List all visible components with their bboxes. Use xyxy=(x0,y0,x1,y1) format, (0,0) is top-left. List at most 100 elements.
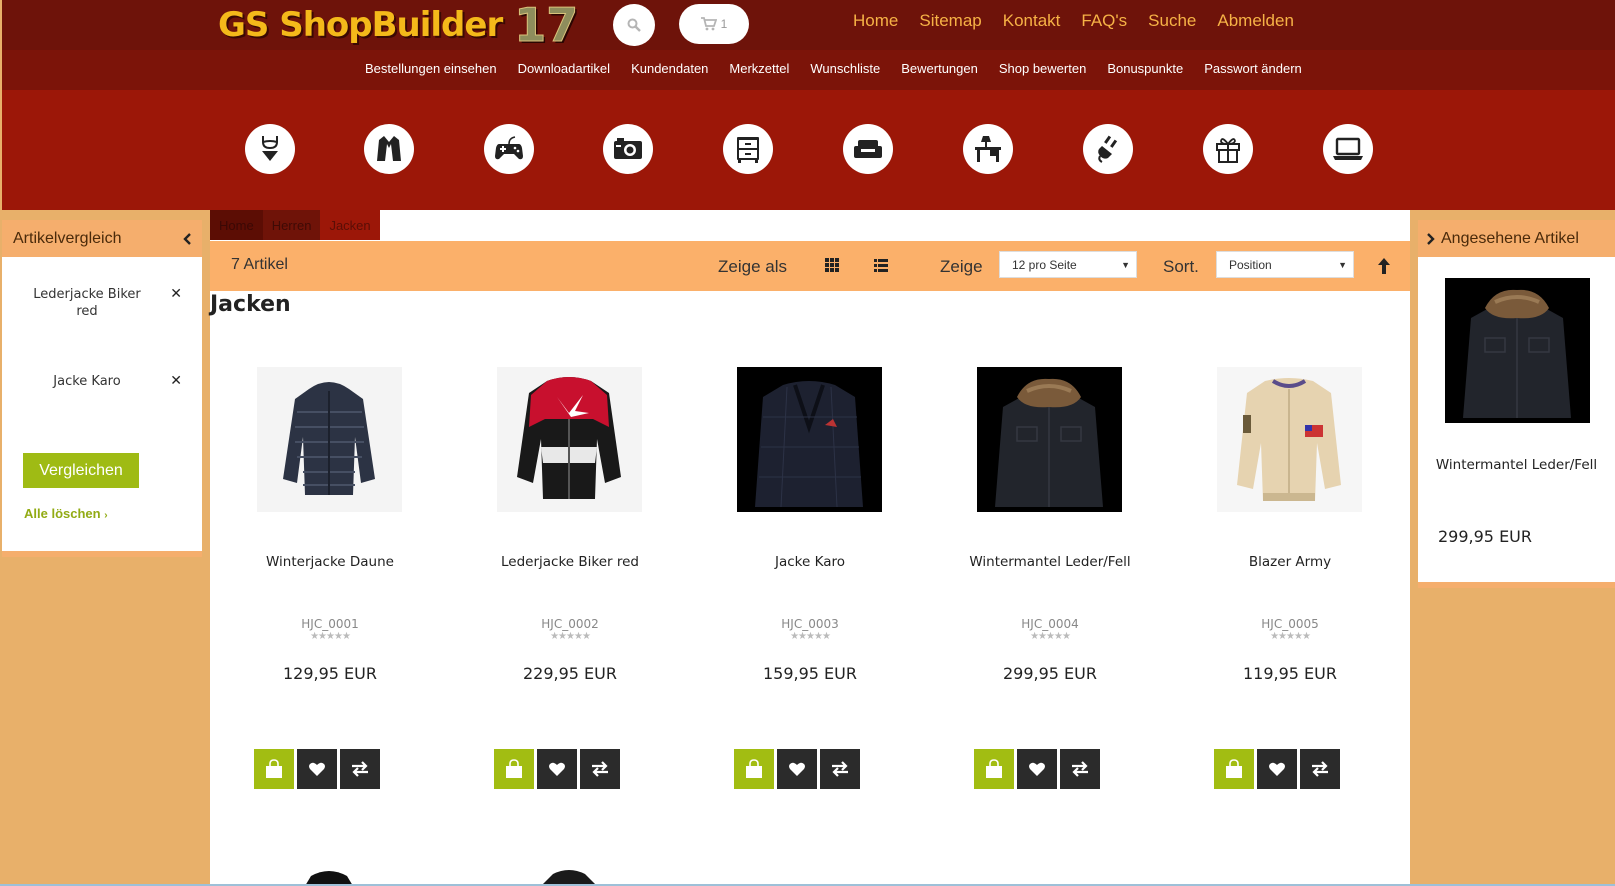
compare-toggle-button[interactable] xyxy=(820,749,860,789)
desk-lamp-icon xyxy=(975,136,1001,162)
camera-icon xyxy=(614,138,642,159)
category-desks[interactable] xyxy=(963,124,1013,174)
category-furniture[interactable] xyxy=(723,124,773,174)
search-button[interactable] xyxy=(613,4,655,46)
account-link-customer-data[interactable]: Kundendaten xyxy=(631,61,708,76)
category-electronics[interactable] xyxy=(1083,124,1133,174)
grid-view-icon[interactable] xyxy=(824,257,840,273)
product-image[interactable] xyxy=(497,367,642,512)
compare-item-name[interactable]: Lederjacke Biker red xyxy=(22,286,152,320)
laptop-icon xyxy=(1333,137,1363,160)
account-link-rate-shop[interactable]: Shop bewerten xyxy=(999,61,1086,76)
item-count: 7 Artikel xyxy=(231,256,288,273)
viewed-product-name[interactable]: Wintermantel Leder/Fell xyxy=(1418,457,1615,474)
product-name[interactable]: Lederjacke Biker red xyxy=(450,554,690,571)
cart-button[interactable]: 1 xyxy=(679,4,749,44)
product-sku: HJC_0004 xyxy=(1021,617,1079,631)
category-sofas[interactable] xyxy=(843,124,893,174)
category-coats[interactable] xyxy=(364,124,414,174)
product-image[interactable] xyxy=(257,367,402,512)
logo[interactable]: GS ShopBuilder 17 xyxy=(218,0,579,53)
account-link-reviews[interactable]: Bewertungen xyxy=(901,61,978,76)
product-sku: HJC_0003 xyxy=(781,617,839,631)
shopping-bag-icon xyxy=(746,759,762,778)
category-cameras[interactable] xyxy=(603,124,653,174)
account-link-orders[interactable]: Bestellungen einsehen xyxy=(365,61,497,76)
compare-item-name[interactable]: Jacke Karo xyxy=(22,373,152,390)
list-view-icon[interactable] xyxy=(873,257,889,273)
product-image[interactable] xyxy=(497,862,642,886)
product-actions xyxy=(1214,749,1340,789)
add-to-cart-button[interactable] xyxy=(1214,749,1254,789)
gamepad-icon xyxy=(495,136,523,160)
product-name[interactable]: Jacke Karo xyxy=(690,554,930,571)
nav-home[interactable]: Home xyxy=(853,11,898,31)
wishlist-button[interactable] xyxy=(1257,749,1297,789)
heart-icon xyxy=(1269,762,1285,776)
add-to-cart-button[interactable] xyxy=(974,749,1014,789)
category-computers[interactable] xyxy=(1323,124,1373,174)
sort-direction-icon[interactable] xyxy=(1377,257,1391,275)
nav-faq[interactable]: FAQ's xyxy=(1081,11,1127,31)
compare-toggle-button[interactable] xyxy=(1300,749,1340,789)
nav-sitemap[interactable]: Sitemap xyxy=(919,11,981,31)
category-games[interactable] xyxy=(484,124,534,174)
compare-toggle-button[interactable] xyxy=(340,749,380,789)
wishlist-button[interactable] xyxy=(297,749,337,789)
rating-stars-icon: ★★★★★ xyxy=(550,631,591,642)
wishlist-button[interactable] xyxy=(777,749,817,789)
account-link-downloads[interactable]: Downloadartikel xyxy=(518,61,611,76)
remove-icon[interactable]: ✕ xyxy=(170,373,182,390)
breadcrumb: Home Herren Jacken xyxy=(210,210,380,240)
nav-kontakt[interactable]: Kontakt xyxy=(1003,11,1061,31)
compare-toggle-button[interactable] xyxy=(580,749,620,789)
nav-abmelden[interactable]: Abmelden xyxy=(1217,11,1294,31)
dresser-icon xyxy=(737,137,759,163)
recently-viewed-header[interactable]: Angesehene Artikel xyxy=(1418,220,1615,257)
sort-value: Position xyxy=(1229,257,1272,272)
rating-stars-icon: ★★★★★ xyxy=(790,631,831,642)
account-link-notepad[interactable]: Merkzettel xyxy=(729,61,789,76)
compare-button[interactable]: Vergleichen xyxy=(23,453,139,488)
product-image[interactable] xyxy=(977,367,1122,512)
page-title: Jacken xyxy=(210,292,291,317)
chevron-right-icon: › xyxy=(104,510,108,521)
add-to-cart-button[interactable] xyxy=(734,749,774,789)
product-price: 299,95 EUR xyxy=(1002,664,1097,683)
chevron-left-icon[interactable] xyxy=(183,232,192,245)
breadcrumb-home[interactable]: Home xyxy=(210,210,263,240)
account-link-wishlist[interactable]: Wunschliste xyxy=(810,61,880,76)
account-link-password[interactable]: Passwort ändern xyxy=(1204,61,1302,76)
rating-stars-icon: ★★★★★ xyxy=(1030,631,1071,642)
product-name[interactable]: Wintermantel Leder/Fell xyxy=(930,554,1170,571)
product-name[interactable]: Blazer Army xyxy=(1170,554,1410,571)
plug-icon xyxy=(1098,135,1118,163)
compare-title: Artikelvergleich xyxy=(13,229,122,247)
breadcrumb-jacken: Jacken xyxy=(320,210,380,240)
breadcrumb-herren[interactable]: Herren xyxy=(262,210,321,240)
cart-count: 1 xyxy=(720,17,728,31)
product-actions xyxy=(734,749,860,789)
chevron-right-icon[interactable] xyxy=(1426,232,1435,245)
compare-header[interactable]: Artikelvergleich xyxy=(2,220,202,257)
logo-text: GS ShopBuilder xyxy=(218,5,503,45)
nav-suche[interactable]: Suche xyxy=(1148,11,1196,31)
product-name[interactable]: Winterjacke Daune xyxy=(210,554,450,571)
product-image[interactable] xyxy=(1217,367,1362,512)
wishlist-button[interactable] xyxy=(537,749,577,789)
clear-all-link[interactable]: Alle löschen › xyxy=(24,506,108,521)
per-page-select[interactable]: 12 pro Seite ▼ xyxy=(999,251,1137,278)
compare-toggle-button[interactable] xyxy=(1060,749,1100,789)
product-image[interactable] xyxy=(257,862,402,886)
add-to-cart-button[interactable] xyxy=(254,749,294,789)
sort-select[interactable]: Position ▼ xyxy=(1216,251,1354,278)
account-link-bonus[interactable]: Bonuspunkte xyxy=(1107,61,1183,76)
compare-arrows-icon xyxy=(352,761,368,777)
wishlist-button[interactable] xyxy=(1017,749,1057,789)
category-gifts[interactable] xyxy=(1203,124,1253,174)
viewed-product-image[interactable] xyxy=(1445,278,1590,423)
category-lingerie[interactable] xyxy=(245,124,295,174)
add-to-cart-button[interactable] xyxy=(494,749,534,789)
product-image[interactable] xyxy=(737,367,882,512)
remove-icon[interactable]: ✕ xyxy=(170,286,182,320)
